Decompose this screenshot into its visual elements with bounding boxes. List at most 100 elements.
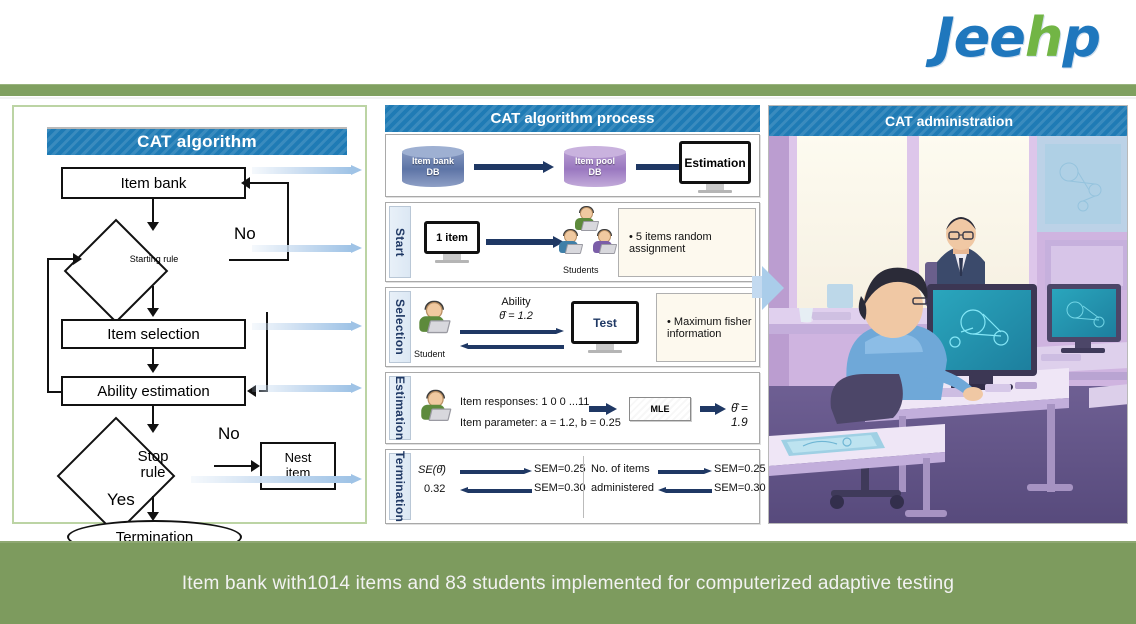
termination-arrow-1 <box>460 468 532 475</box>
flow-node-item-bank: Item bank <box>61 167 246 199</box>
panel-connector-arrow <box>762 266 784 310</box>
start-monitor-screen: 1 item <box>424 221 480 254</box>
blue-arrow-bar-4 <box>252 385 351 392</box>
estimation-arrow-1 <box>589 403 617 415</box>
start-monitor-base <box>435 260 469 263</box>
nest-item-line-1: Nest <box>284 450 312 466</box>
flow-arrowhead-8 <box>251 460 260 472</box>
termination-arrow-3 <box>658 468 712 475</box>
blue-gradient-arrow-2 <box>252 243 362 254</box>
estimation-arrow-2-head <box>715 403 726 415</box>
estimation-arrow-1-head <box>606 403 617 415</box>
overview-arrow-1-shaft <box>474 164 543 170</box>
row-tab-start: Start <box>389 206 411 278</box>
estimation-monitor-base <box>698 190 732 193</box>
estimation-arrow-2-shaft <box>700 406 715 412</box>
blue-arrow-bar-2 <box>252 245 351 252</box>
stop-rule-label: Stop rule <box>74 434 232 496</box>
flow-arrowhead-7 <box>147 424 159 433</box>
row-tab-estimation: Estimation <box>389 376 411 440</box>
ability-label: Ability <box>501 296 531 308</box>
logo-part-p: p <box>1062 6 1101 69</box>
row-tab-selection: Selection <box>389 291 411 363</box>
blue-arrow-tip-1 <box>351 165 362 175</box>
process-overview-row: Item bank DB Item pool DB Estimation <box>385 134 760 197</box>
blue-gradient-arrow-5 <box>191 474 362 485</box>
row-tab-start-label: Start <box>393 227 407 257</box>
starting-rule-label: Starting rule <box>129 254 179 265</box>
item-bank-db-top <box>402 146 464 158</box>
test-monitor-screen: Test <box>571 301 639 344</box>
classroom-illustration-svg <box>769 136 1127 523</box>
selection-arrow-forward-head <box>556 328 564 334</box>
flow-line-2 <box>229 259 289 261</box>
process-row-estimation: Estimation Item responses: 1 0 0 ...11 I… <box>385 372 760 444</box>
se-theta-value: 0.32 <box>424 483 446 495</box>
student-1-laptop <box>580 221 600 231</box>
start-arrow <box>486 236 564 248</box>
se-theta-label: SE(θ̂) <box>418 464 446 476</box>
sem-top-left: SEM=0.25 <box>534 463 586 475</box>
test-monitor-icon: Test <box>571 301 639 353</box>
jeehp-logo: Jeehp <box>935 6 1101 69</box>
start-monitor-icon: 1 item <box>424 221 480 263</box>
flow-line-14 <box>214 465 254 467</box>
item-pool-db-icon: Item pool DB <box>564 146 626 187</box>
mle-box: MLE <box>629 397 691 421</box>
student-3-laptop <box>598 244 618 254</box>
selection-student-laptop <box>426 320 451 334</box>
cat-administration-title: CAT administration <box>769 106 1127 136</box>
termination-arrow-4-shaft <box>666 488 712 493</box>
estimation-student-laptop <box>428 408 452 421</box>
termination-arrow-2-shaft <box>468 488 532 493</box>
selection-arrow-forward-shaft <box>460 329 556 334</box>
estimation-arrow-1-shaft <box>589 406 606 412</box>
item-bank-db-line-2: DB <box>426 167 440 177</box>
estimation-monitor-screen: Estimation <box>679 141 751 184</box>
item-pool-db-line-2: DB <box>588 167 602 177</box>
selection-arrow-forward <box>460 328 564 335</box>
sem-bottom-left: SEM=0.30 <box>534 482 586 494</box>
selection-arrow-back-shaft <box>468 344 564 349</box>
termination-divider <box>583 456 584 518</box>
stop-rule-line-2: rule <box>140 464 166 481</box>
blue-arrow-tip-2 <box>351 243 362 253</box>
selection-arrow-back <box>460 343 564 350</box>
blue-gradient-arrow-4 <box>252 383 362 394</box>
item-responses-text: Item responses: 1 0 0 ...11 <box>460 396 590 408</box>
estimation-monitor-icon: Estimation <box>679 141 751 193</box>
cat-administration-panel: CAT administration <box>768 105 1128 524</box>
termination-arrow-2-head <box>460 487 468 493</box>
estimation-result: θ̂ = 1.9 <box>731 401 748 429</box>
flow-label-no-2: No <box>218 424 240 443</box>
flow-line-7 <box>47 391 63 393</box>
termination-arrow-1-shaft <box>460 469 524 474</box>
termination-arrow-1-head <box>524 468 532 474</box>
page-header: Jeehp <box>0 0 1136 84</box>
item-parameter-text: Item parameter: a = 1.2, b = 0.25 <box>460 417 621 429</box>
test-monitor-base <box>588 350 622 353</box>
figure-caption-text: Item bank with1014 items and 83 students… <box>181 572 955 594</box>
flow-line-4 <box>248 182 289 184</box>
termination-arrow-3-head <box>704 468 712 474</box>
blue-arrow-bar-5 <box>191 476 351 483</box>
flow-arrowhead-2 <box>241 177 250 189</box>
student-2-laptop <box>564 244 584 254</box>
items-label-line-2: administered <box>591 482 654 494</box>
flow-node-starting-rule: Starting rule <box>63 218 229 324</box>
termination-arrow-3-shaft <box>658 469 704 474</box>
flow-line-1 <box>152 199 154 224</box>
row-tab-selection-label: Selection <box>393 298 407 356</box>
termination-arrow-4-head <box>658 487 666 493</box>
classroom-illustration <box>769 136 1127 523</box>
selection-arrow-back-head <box>460 343 468 349</box>
overview-arrow-1 <box>474 161 554 173</box>
blue-arrow-bar-3 <box>252 323 351 330</box>
process-row-termination: Termination SE(θ̂) 0.32 SEM=0.25 SEM=0.3… <box>385 449 766 524</box>
flow-arrowhead-3 <box>147 308 159 317</box>
start-note: • 5 items random assignment <box>618 208 756 277</box>
cat-process-title: CAT algorithm process <box>385 105 760 132</box>
termination-arrow-4 <box>658 487 712 494</box>
process-row-selection: Selection Student Ability θ̂ = 1.2 Test <box>385 287 760 367</box>
cat-algorithm-panel: CAT algorithm Item bank Starting rule No <box>12 105 367 554</box>
